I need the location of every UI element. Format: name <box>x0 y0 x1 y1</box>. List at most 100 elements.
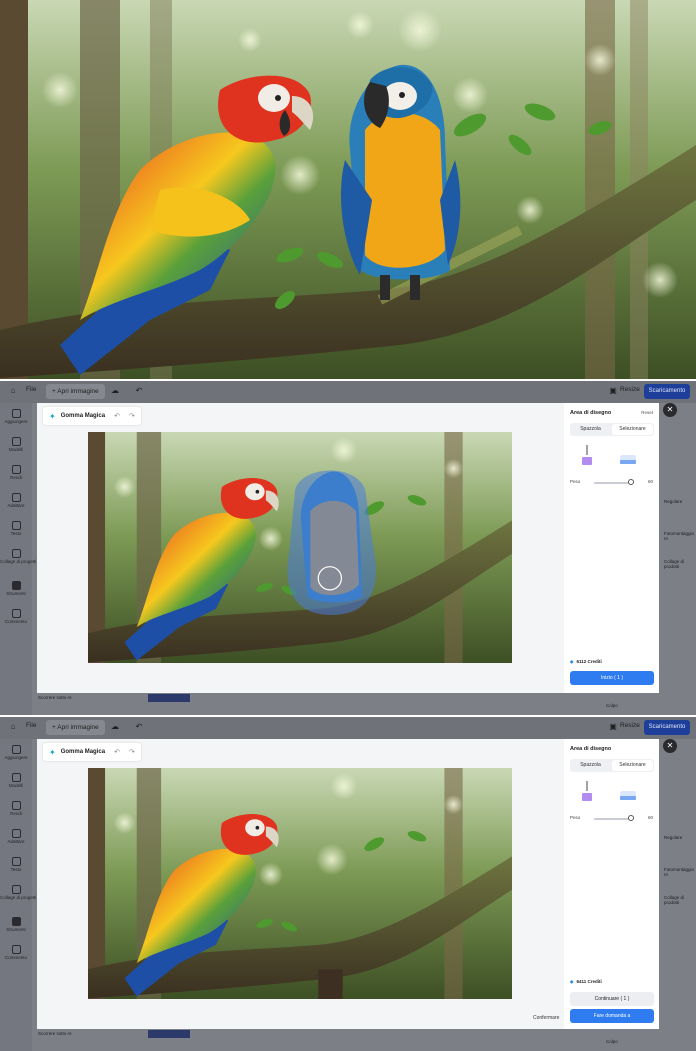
sidebar-item-aggiungere[interactable]: Aggiungere <box>0 409 32 424</box>
open-image-button[interactable]: + Apri immagine <box>46 384 105 399</box>
sidebar-item-label: Rendi <box>10 811 22 816</box>
sidebar-item-adattare[interactable]: Adattare <box>0 829 32 844</box>
close-icon[interactable]: ✕ <box>663 739 677 753</box>
edit-canvas[interactable] <box>88 432 512 663</box>
plus-icon <box>11 409 21 418</box>
size-slider-handle[interactable] <box>628 479 634 485</box>
edit-canvas[interactable] <box>88 768 512 999</box>
eraser-icon[interactable] <box>620 791 636 800</box>
start-label: Inizio <box>601 675 613 681</box>
size-slider[interactable] <box>594 482 632 484</box>
sidebar-item-adattare[interactable]: Adattare <box>0 493 32 508</box>
tool-name: Gomma Magica <box>60 413 106 419</box>
size-slider-handle[interactable] <box>628 815 634 821</box>
selection-mask <box>287 470 376 615</box>
sidebar-item-label: Collage di progetti <box>0 895 37 900</box>
sidebar-item-testo[interactable]: Testo <box>0 857 32 872</box>
adjust-icon <box>11 829 21 838</box>
resize-icon[interactable]: ▣ <box>608 722 618 732</box>
tab-spazzola[interactable]: Spazzola <box>570 423 611 436</box>
sidebar-item-strumenti[interactable]: Strumenti <box>0 581 32 596</box>
tab-selezionare[interactable]: Selezionare <box>612 760 653 771</box>
undo-icon[interactable]: ↶ <box>114 748 120 756</box>
background-label: Colpo <box>606 703 618 708</box>
sidebar-item-testo[interactable]: Testo <box>0 521 32 536</box>
sidebar-item-modelli[interactable]: Modelli <box>0 773 32 788</box>
sidebar-item-label: Commento <box>4 619 27 624</box>
resize-icon[interactable]: ▣ <box>608 386 618 396</box>
tab-selezionare[interactable]: Selezionare <box>612 424 653 435</box>
download-button[interactable]: Scaricamento <box>644 720 690 735</box>
editor-screenshot-after: ⌂ File + Apri immagine ☁ ↶ ▣ Resize Scar… <box>0 717 696 1051</box>
settings-panel: Area di disegno Spazzola Selezionare Pes… <box>564 739 659 1029</box>
top-toolbar: ⌂ File + Apri immagine ☁ ↶ ▣ Resize Scar… <box>0 717 696 739</box>
sidebar-item-label: Adattare <box>7 503 25 508</box>
size-slider[interactable] <box>594 818 632 820</box>
confirm-button[interactable]: Confermare <box>533 1015 559 1021</box>
top-toolbar: ⌂ File + Apri immagine ☁ ↶ ▣ Resize Scar… <box>0 381 696 403</box>
brush-icon <box>11 465 21 474</box>
undo-icon[interactable]: ↶ <box>134 722 144 732</box>
start-button[interactable]: Inizio ( 1 ) <box>570 671 654 685</box>
background-label: Scorrere sotto AI <box>38 1031 72 1036</box>
apply-button[interactable]: Fare domanda a <box>570 1009 654 1023</box>
text-icon <box>11 857 21 866</box>
open-image-button[interactable]: + Apri immagine <box>46 720 105 735</box>
file-menu[interactable]: File <box>26 722 36 729</box>
sidebar-item-label: Commento <box>4 955 27 960</box>
cloud-icon[interactable]: ☁ <box>110 386 120 396</box>
canvas-area: ✦ Gomma Magica ↶ ↷ <box>37 739 564 1029</box>
sidebar-item-collage[interactable]: Collage di progetti <box>0 549 36 564</box>
background-panel-label: Regolare <box>664 835 683 840</box>
undo-icon[interactable]: ↶ <box>134 386 144 396</box>
file-menu[interactable]: File <box>26 386 36 393</box>
sidebar-item-label: Testo <box>10 867 22 872</box>
close-icon[interactable]: ✕ <box>663 403 677 417</box>
canvas-photo <box>88 432 512 663</box>
tools-icon <box>11 581 21 590</box>
continue-button[interactable]: Continuare ( 1 ) <box>570 992 654 1006</box>
sidebar-item-strumenti[interactable]: Strumenti <box>0 917 32 932</box>
open-image-label: Apri immagine <box>57 724 99 731</box>
background-panel-label: Collage di prodotti <box>664 559 685 569</box>
size-value: 60 <box>647 815 653 820</box>
reset-button[interactable]: Reset <box>641 410 653 415</box>
cloud-icon[interactable]: ☁ <box>110 722 120 732</box>
brush-icon[interactable] <box>582 781 592 801</box>
tab-spazzola[interactable]: Spazzola <box>570 759 611 772</box>
comment-icon <box>11 609 21 618</box>
home-icon[interactable]: ⌂ <box>8 386 18 396</box>
sidebar-item-collage[interactable]: Collage di progetti <box>0 885 37 900</box>
sidebar-item-label: Strumenti <box>6 591 26 596</box>
redo-icon[interactable]: ↷ <box>129 412 135 420</box>
credits-display: ◆ 6112 Crediti <box>570 659 654 665</box>
left-sidebar: Aggiungere Modelli Rendi Adattare Testo … <box>0 739 37 1051</box>
sparkle-icon: ✦ <box>49 411 56 421</box>
sidebar-item-commento[interactable]: Commento <box>0 945 32 960</box>
panel-title: Area di disegno <box>570 746 612 752</box>
size-label: Peso <box>570 479 581 484</box>
editor-screenshot-before: ⌂ File + Apri immagine ☁ ↶ ▣ Resize Scar… <box>0 381 696 715</box>
left-sidebar: Aggiungere Modelli Rendi Adattare Testo … <box>0 403 36 715</box>
sidebar-item-label: Modelli <box>8 447 24 452</box>
eraser-icon[interactable] <box>620 455 636 464</box>
download-button[interactable]: Scaricamento <box>644 384 690 399</box>
resize-button[interactable]: Resize <box>620 386 640 393</box>
resize-button[interactable]: Resize <box>620 722 640 729</box>
home-icon[interactable]: ⌂ <box>8 722 18 732</box>
background-thumbnail <box>148 1030 190 1038</box>
brush-icon[interactable] <box>582 445 592 465</box>
sidebar-item-aggiungere[interactable]: Aggiungere <box>0 745 32 760</box>
background-panel-label: Fotomontaggio IA <box>664 531 695 541</box>
background-label: Scorrere sotto AI <box>38 695 72 700</box>
parrots-photo <box>0 0 696 379</box>
sidebar-item-rendi[interactable]: Rendi <box>0 801 32 816</box>
sidebar-item-rendi[interactable]: Rendi <box>0 465 32 480</box>
credits-display: ◆ 6411 Crediti <box>570 979 654 985</box>
sidebar-item-commento[interactable]: Commento <box>0 609 32 624</box>
undo-icon[interactable]: ↶ <box>114 412 120 420</box>
sidebar-item-label: Strumenti <box>6 927 26 932</box>
sidebar-item-modelli[interactable]: Modelli <box>0 437 32 452</box>
redo-icon[interactable]: ↷ <box>129 748 135 756</box>
sidebar-item-label: Rendi <box>10 475 22 480</box>
